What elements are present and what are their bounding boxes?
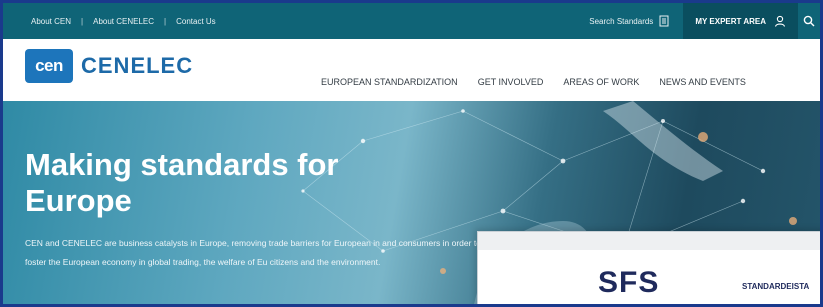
document-icon xyxy=(659,15,669,27)
utility-right: Search Standards MY EXPERT AREA xyxy=(575,3,820,39)
search-icon xyxy=(803,15,815,27)
browser-viewport: About CEN | About CENELEC | Contact Us S… xyxy=(0,0,823,307)
cenelec-wordmark: CENELEC xyxy=(81,53,194,78)
nav-get-involved[interactable]: GET INVOLVED xyxy=(478,77,544,87)
hero-description: CEN and CENELEC are business catalysts i… xyxy=(25,238,481,267)
overlay-window: SFS STANDARDEISTA xyxy=(477,231,820,304)
search-standards-label: Search Standards xyxy=(589,16,654,26)
cen-cenelec-logo[interactable]: cen CENELEC xyxy=(25,49,193,83)
nav-areas-of-work[interactable]: AREAS OF WORK xyxy=(563,77,639,87)
about-cen-link[interactable]: About CEN xyxy=(31,17,71,26)
search-standards-link[interactable]: Search Standards xyxy=(575,3,683,39)
about-cenelec-link[interactable]: About CENELEC xyxy=(93,17,154,26)
my-expert-area-button[interactable]: MY EXPERT AREA xyxy=(683,3,798,39)
separator: | xyxy=(81,16,84,26)
nav-news-and-events[interactable]: NEWS AND EVENTS xyxy=(659,77,746,87)
user-icon xyxy=(774,15,786,27)
search-button[interactable] xyxy=(798,3,820,39)
expert-area-label: MY EXPERT AREA xyxy=(695,16,766,26)
main-nav: EUROPEAN STANDARDIZATION GET INVOLVED AR… xyxy=(321,77,746,87)
separator: | xyxy=(164,16,167,26)
overlay-titlebar xyxy=(478,232,820,250)
nav-european-standardization[interactable]: EUROPEAN STANDARDIZATION xyxy=(321,77,458,87)
contact-us-link[interactable]: Contact Us xyxy=(176,17,216,26)
cen-logo-mark: cen xyxy=(25,49,73,83)
utility-bar: About CEN | About CENELEC | Contact Us S… xyxy=(3,3,820,39)
site-header: cen CENELEC EUROPEAN STANDARDIZATION GET… xyxy=(3,39,820,101)
hero-title: Making standards for Europe xyxy=(25,147,339,218)
sfs-logo: SFS xyxy=(598,266,660,299)
utility-links: About CEN | About CENELEC | Contact Us xyxy=(31,3,216,39)
sfs-tagline: STANDARDEISTA xyxy=(742,282,810,291)
